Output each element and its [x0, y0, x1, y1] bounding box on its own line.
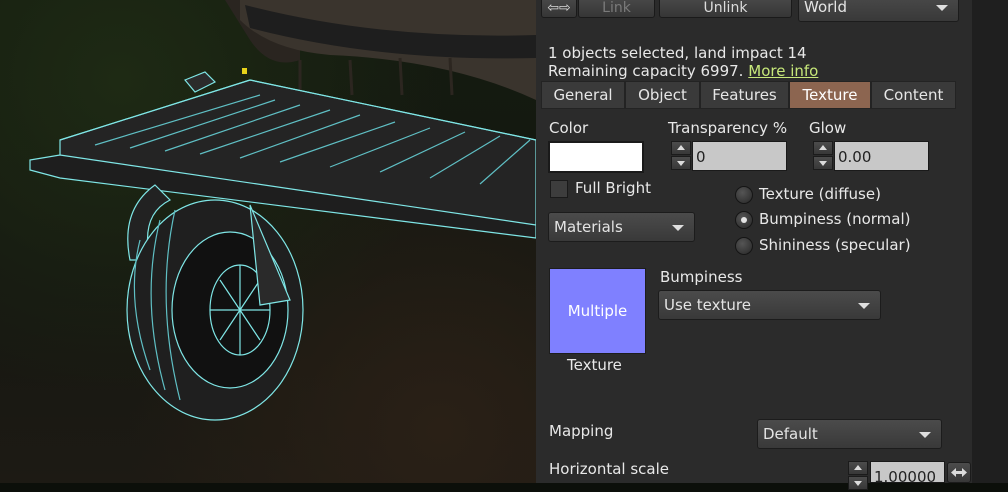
materials-dropdown-value: Materials: [554, 218, 623, 236]
coordinate-system-value: World: [804, 0, 847, 16]
transparency-input[interactable]: 0: [692, 141, 787, 171]
back-forward-icon[interactable]: ⇦⇨: [541, 0, 577, 18]
bumpiness-label: Bumpiness: [660, 268, 743, 286]
tab-features[interactable]: Features: [700, 81, 789, 109]
mapping-dropdown[interactable]: Default: [757, 419, 942, 449]
horizontal-scale-stepper[interactable]: [848, 461, 868, 491]
mapping-label: Mapping: [549, 422, 614, 440]
tab-general[interactable]: General: [541, 81, 625, 109]
tab-content[interactable]: Content: [871, 81, 956, 109]
increment-icon[interactable]: [813, 141, 833, 155]
tab-object[interactable]: Object: [625, 81, 700, 109]
stretch-arrows-glyph: [951, 468, 967, 477]
stretch-arrows-icon[interactable]: [947, 462, 971, 483]
link-button[interactable]: Link: [578, 0, 655, 18]
transparency-stepper[interactable]: [671, 141, 691, 171]
full-bright-checkbox[interactable]: [550, 180, 568, 198]
color-label: Color: [549, 119, 589, 137]
transparency-label: Transparency %: [668, 119, 788, 137]
materials-dropdown[interactable]: Materials: [548, 212, 695, 242]
decrement-icon[interactable]: [813, 156, 833, 170]
increment-icon[interactable]: [848, 461, 868, 475]
radio-texture-diffuse[interactable]: [735, 186, 753, 204]
color-swatch[interactable]: [548, 141, 644, 173]
3d-viewport[interactable]: [0, 0, 536, 483]
mapping-dropdown-value: Default: [763, 425, 818, 443]
texture-label: Texture: [567, 356, 622, 374]
deck-object: [29, 68, 536, 239]
horizontal-scale-label: Horizontal scale: [549, 460, 670, 478]
remaining-capacity-text: Remaining capacity 6997.: [548, 62, 744, 80]
horizontal-scale-input[interactable]: 1.00000: [870, 461, 945, 486]
decrement-icon[interactable]: [671, 156, 691, 170]
remaining-capacity: Remaining capacity 6997. More info: [548, 62, 818, 80]
coordinate-system-dropdown[interactable]: World: [798, 0, 959, 22]
glow-stepper[interactable]: [813, 141, 833, 171]
selection-summary: 1 objects selected, land impact 14: [548, 44, 807, 62]
radio-bumpiness-normal-label: Bumpiness (normal): [759, 210, 911, 228]
bumpiness-dropdown-value: Use texture: [664, 296, 751, 314]
radio-texture-diffuse-label: Texture (diffuse): [759, 185, 881, 203]
increment-icon[interactable]: [671, 141, 691, 155]
panel-right-edge: [972, 0, 1008, 483]
chevron-down-icon: [858, 303, 870, 309]
texture-preview[interactable]: Multiple: [549, 268, 646, 354]
chevron-down-icon: [936, 5, 948, 11]
chevron-down-icon: [919, 432, 931, 438]
wheel-object: [126, 184, 304, 421]
wheelbarrow-scene: [29, 0, 536, 421]
tab-texture[interactable]: Texture: [789, 81, 871, 109]
decrement-icon[interactable]: [848, 476, 868, 490]
radio-shininess-specular[interactable]: [735, 237, 753, 255]
unlink-button[interactable]: Unlink: [659, 0, 792, 18]
chevron-down-icon: [672, 225, 684, 231]
bumpiness-dropdown[interactable]: Use texture: [658, 290, 881, 320]
more-info-link[interactable]: More info: [748, 62, 818, 80]
glow-input[interactable]: 0.00: [834, 141, 929, 171]
radio-shininess-specular-label: Shininess (specular): [759, 236, 911, 254]
glow-label: Glow: [809, 119, 847, 137]
radio-bumpiness-normal[interactable]: [735, 211, 753, 229]
full-bright-label: Full Bright: [575, 179, 651, 197]
